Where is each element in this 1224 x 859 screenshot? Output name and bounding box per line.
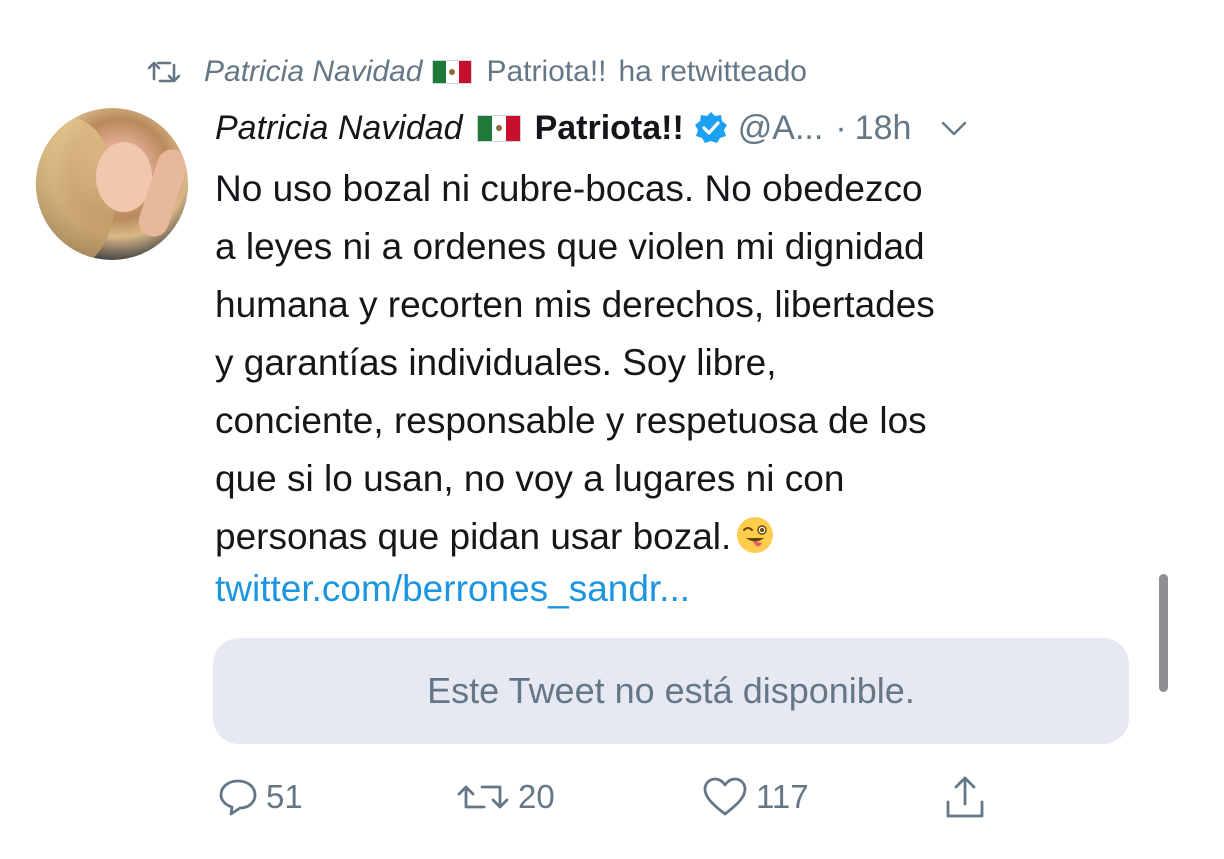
tweet-screen: Patricia Navidad Patriota!! ha retwittea…: [0, 0, 1224, 859]
tweet-header: Patricia Navidad Patriota!! @A... · 18h: [215, 104, 971, 152]
unavailable-text: Este Tweet no está disponible.: [427, 670, 915, 711]
winking-face-with-tongue-emoji: [737, 517, 774, 553]
mexico-flag-icon: [432, 60, 473, 84]
reply-button[interactable]: 51: [216, 770, 303, 824]
scrollbar[interactable]: [1159, 574, 1168, 692]
reply-count: 51: [266, 778, 303, 815]
share-icon: [946, 776, 984, 818]
retweet-icon: [147, 61, 181, 83]
like-count: 117: [756, 778, 809, 815]
tweet-timestamp[interactable]: 18h: [855, 109, 912, 148]
author-name[interactable]: Patricia Navidad: [215, 109, 463, 148]
tweet-text-line: humana y recorten mis derechos, libertad…: [215, 284, 935, 325]
chevron-down-icon[interactable]: [937, 111, 971, 145]
retweeter-name[interactable]: Patricia Navidad: [204, 55, 422, 89]
author-handle[interactable]: @A...: [738, 109, 824, 148]
retweet-banner[interactable]: Patricia Navidad Patriota!! ha retwittea…: [146, 52, 807, 92]
mexico-flag-icon: [476, 114, 521, 142]
like-button[interactable]: 117: [700, 770, 809, 824]
avatar[interactable]: [36, 108, 188, 260]
retweet-button[interactable]: 20: [454, 770, 555, 824]
tweet-text-line: y garantías individuales. Soy libre,: [215, 342, 777, 383]
tweet-text-line: personas que pidan usar bozal.: [215, 516, 732, 557]
verified-badge-icon: [694, 112, 727, 143]
tweet-link[interactable]: twitter.com/berrones_sandr...: [215, 560, 690, 618]
retweeter-name-suffix[interactable]: Patriota!!: [486, 55, 606, 89]
tweet-text-line: No uso bozal ni cubre-bocas. No obedezco: [215, 168, 923, 209]
quoted-tweet-unavailable: Este Tweet no está disponible.: [213, 638, 1129, 744]
share-button[interactable]: [940, 770, 990, 824]
header-separator: ·: [835, 108, 847, 147]
retweet-action-text: ha retwitteado: [618, 55, 807, 88]
author-name-suffix[interactable]: Patriota!!: [535, 109, 684, 148]
tweet-body: No uso bozal ni cubre-bocas. No obedezco…: [215, 160, 1135, 566]
tweet-text-line: conciente, responsable y respetuosa de l…: [215, 400, 927, 441]
retweet-icon: [457, 785, 509, 809]
heart-icon: [703, 777, 747, 816]
tweet-text-line-last: personas que pidan usar bozal.: [215, 508, 1135, 566]
tweet-text-line: que si lo usan, no voy a lugares ni con: [215, 458, 845, 499]
tweet-text-line: a leyes ni a ordenes que violen mi digni…: [215, 226, 925, 267]
reply-icon: [219, 779, 257, 816]
retweet-count: 20: [518, 778, 555, 815]
